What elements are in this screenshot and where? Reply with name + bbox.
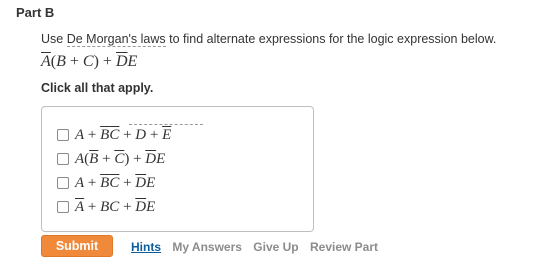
option-2[interactable]: A(B + C) + DE [57, 149, 165, 169]
option-1-label: A + BC + D + E [75, 123, 203, 144]
instruction-suffix: to find alternate expressions for the lo… [165, 32, 497, 46]
option-2-checkbox[interactable] [57, 153, 69, 165]
part-title: Part B [16, 5, 55, 20]
my-answers-link[interactable]: My Answers [172, 240, 242, 254]
submit-button[interactable]: Submit [41, 235, 113, 257]
action-links: Hints My Answers Give Up Review Part [131, 240, 386, 254]
instruction-text: Use De Morgan's laws to find alternate e… [41, 32, 497, 47]
option-4[interactable]: A + BC + DE [57, 197, 155, 217]
option-1-overbar [129, 123, 203, 125]
instruction-prefix: Use [41, 32, 67, 46]
option-3-checkbox[interactable] [57, 177, 69, 189]
option-3[interactable]: A + BC + DE [57, 173, 155, 193]
logic-expression: A(B + C) + DE [41, 53, 138, 70]
option-4-checkbox[interactable] [57, 201, 69, 213]
click-all-prompt: Click all that apply. [41, 81, 154, 95]
option-4-label: A + BC + DE [75, 198, 156, 215]
answer-options: A + BC + D + E A(B + C) + DE A + BC + DE… [41, 106, 314, 232]
option-1-checkbox[interactable] [57, 129, 69, 141]
option-1[interactable]: A + BC + D + E [57, 123, 203, 145]
option-2-label: A(B + C) + DE [75, 150, 166, 167]
give-up-link[interactable]: Give Up [253, 240, 298, 254]
review-part-link[interactable]: Review Part [310, 240, 378, 254]
option-3-label: A + BC + DE [75, 174, 156, 191]
hints-link[interactable]: Hints [131, 240, 161, 254]
de-morgan-term[interactable]: De Morgan's laws [66, 32, 166, 47]
